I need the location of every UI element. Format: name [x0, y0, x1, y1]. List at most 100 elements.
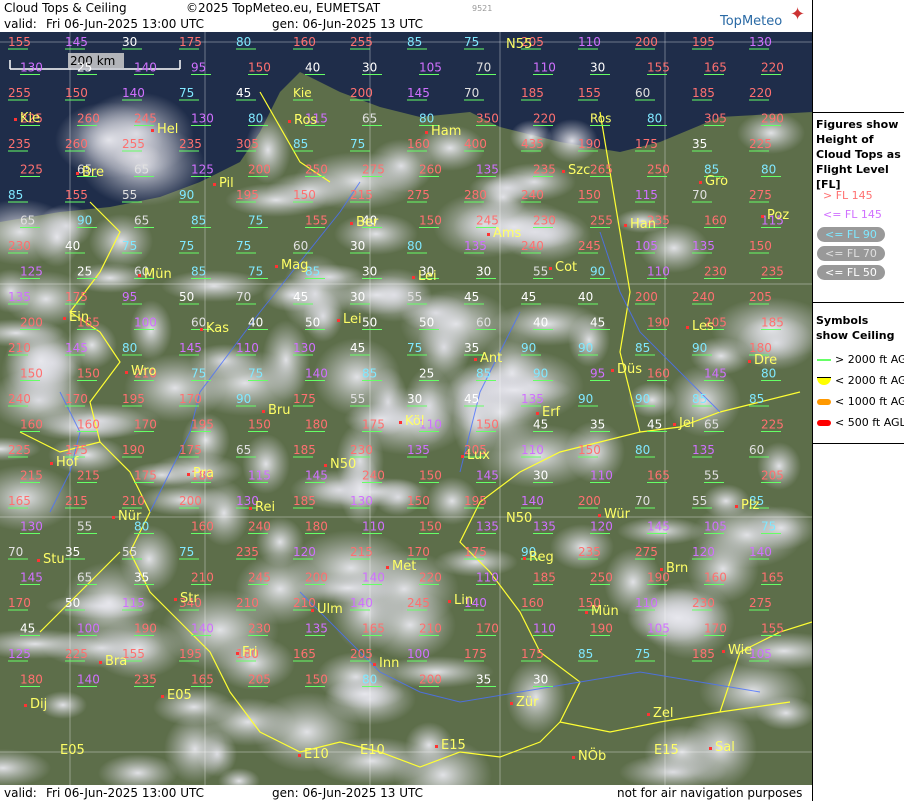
- cloud-top-label: 80: [761, 367, 776, 381]
- cloud-top-label: 290: [761, 112, 784, 126]
- cloud-top-label: 240: [521, 239, 544, 253]
- cloud-top-label: 45: [464, 290, 479, 304]
- cloud-top-label: 165: [704, 61, 727, 75]
- city-label: Rei: [255, 500, 275, 515]
- cloud-top-label: 150: [77, 367, 100, 381]
- city-marker: [549, 267, 552, 270]
- cloud-top-label: 220: [761, 61, 784, 75]
- cloud-top-label: 150: [476, 418, 499, 432]
- city-label: Jel: [678, 416, 694, 431]
- cloud-top-label: 230: [350, 443, 373, 457]
- cloud-top-label: 175: [464, 545, 487, 559]
- city-label: Ein: [69, 310, 89, 325]
- cloud-top-label: 150: [749, 239, 772, 253]
- cloud-top-label: 135: [476, 163, 499, 177]
- cloud-top-label: 225: [8, 443, 31, 457]
- city-marker: [151, 129, 154, 132]
- city-label: Inn: [379, 656, 399, 671]
- cloud-top-label: 235: [134, 673, 157, 687]
- cloud-top-label: 350: [476, 112, 499, 126]
- cloud-top-label: 200: [350, 86, 373, 100]
- cloud-top-label: 195: [191, 418, 214, 432]
- cloud-top-label: 90: [521, 341, 536, 355]
- cloud-top-label: 130: [293, 341, 316, 355]
- cloud-top-label: 140: [362, 571, 385, 585]
- cloud-blob: [33, 207, 81, 267]
- cloud-top-label: 145: [647, 520, 670, 534]
- cloud-top-label: 170: [407, 545, 430, 559]
- cloud-top-label: 80: [647, 112, 662, 126]
- cloud-top-label: 165: [8, 494, 31, 508]
- cloud-top-label: 175: [179, 35, 202, 49]
- cloud-top-label: Ros: [590, 112, 611, 126]
- cloud-top-label: 190: [122, 443, 145, 457]
- tops-legend-item: <= FL 145: [823, 208, 882, 221]
- ceiling-legend-item: < 1000 ft AGL: [817, 395, 904, 408]
- city-label: Ham: [431, 124, 461, 139]
- cloud-top-label: 55: [407, 290, 422, 304]
- cloud-top-label: 30: [590, 61, 605, 75]
- cloud-top-label: 235: [761, 265, 784, 279]
- cloud-top-label: 305: [236, 137, 259, 151]
- city-marker: [709, 747, 712, 750]
- cloud-top-label: 155: [8, 35, 31, 49]
- cloud-top-label: 195: [692, 35, 715, 49]
- cloud-top-label: 70: [635, 494, 650, 508]
- city-marker: [99, 661, 102, 664]
- cloud-top-label: 105: [647, 622, 670, 636]
- cloud-top-label: 135: [692, 443, 715, 457]
- cloud-top-label: 160: [77, 418, 100, 432]
- city-label: Ber: [356, 215, 379, 230]
- cloud-top-label: 220: [419, 571, 442, 585]
- cloud-top-label: 175: [521, 647, 544, 661]
- ceiling-symbol-icon: [817, 359, 831, 361]
- cloud-top-label: 25: [419, 367, 434, 381]
- city-label: Ulm: [317, 602, 343, 617]
- cloud-top-label: 160: [647, 367, 670, 381]
- cloud-top-label: 255: [8, 86, 31, 100]
- map-canvas: 200 km 155 145 30 175 80 160 255 85 75 205 110 200 1…: [0, 32, 812, 785]
- cloud-top-label: 110: [236, 341, 259, 355]
- cloud-top-label: 170: [704, 622, 727, 636]
- cloud-top-label: 25: [77, 61, 92, 75]
- cloud-top-label: 30: [533, 469, 548, 483]
- cloud-top-label: 185: [692, 86, 715, 100]
- city-marker: [324, 464, 327, 467]
- cloud-top-label: 215: [350, 545, 373, 559]
- cloud-top-label: 105: [749, 647, 772, 661]
- cloud-top-label: 110: [362, 520, 385, 534]
- cloud-top-label: 195: [179, 647, 202, 661]
- cloud-top-label: 70: [692, 188, 707, 202]
- cloud-top-label: 170: [179, 392, 202, 406]
- footer-valid-time: Fri 06-Jun-2025 13:00 UTC: [46, 786, 204, 800]
- cloud-top-label: 160: [293, 35, 316, 49]
- cloud-top-label: 75: [122, 239, 137, 253]
- cloud-top-label: 215: [350, 188, 373, 202]
- cloud-top-label: 165: [191, 673, 214, 687]
- city-label: Lin: [454, 593, 473, 608]
- city-label: Mün: [144, 267, 172, 282]
- city-marker: [598, 514, 601, 517]
- cloud-top-label: 170: [134, 418, 157, 432]
- city-label: Dre: [754, 353, 777, 368]
- city-marker: [298, 754, 301, 757]
- topmeteo-logo[interactable]: TopMeteo ✦: [720, 4, 810, 30]
- cloud-top-label: 230: [8, 239, 31, 253]
- cloud-top-label: 85: [692, 392, 707, 406]
- cloud-top-label: 275: [635, 545, 658, 559]
- city-marker: [523, 557, 526, 560]
- cloud-top-label: 35: [476, 673, 491, 687]
- city-marker: [761, 215, 764, 218]
- valid-label: valid:: [4, 17, 37, 31]
- cloud-top-label: 140: [77, 673, 100, 687]
- cloud-top-label: 190: [590, 622, 613, 636]
- city-marker: [138, 274, 141, 277]
- city-marker: [748, 360, 751, 363]
- city-marker: [373, 663, 376, 666]
- cloud-top-label: 200: [635, 290, 658, 304]
- city-label: Mün: [591, 604, 619, 619]
- cloud-top-label: 30: [533, 673, 548, 687]
- cloud-top-label: 235: [578, 545, 601, 559]
- cloud-top-label: 435: [521, 137, 544, 151]
- satellite-map[interactable]: 200 km 155 145 30 175 80 160 255 85 75 205 110 200 1…: [0, 32, 812, 785]
